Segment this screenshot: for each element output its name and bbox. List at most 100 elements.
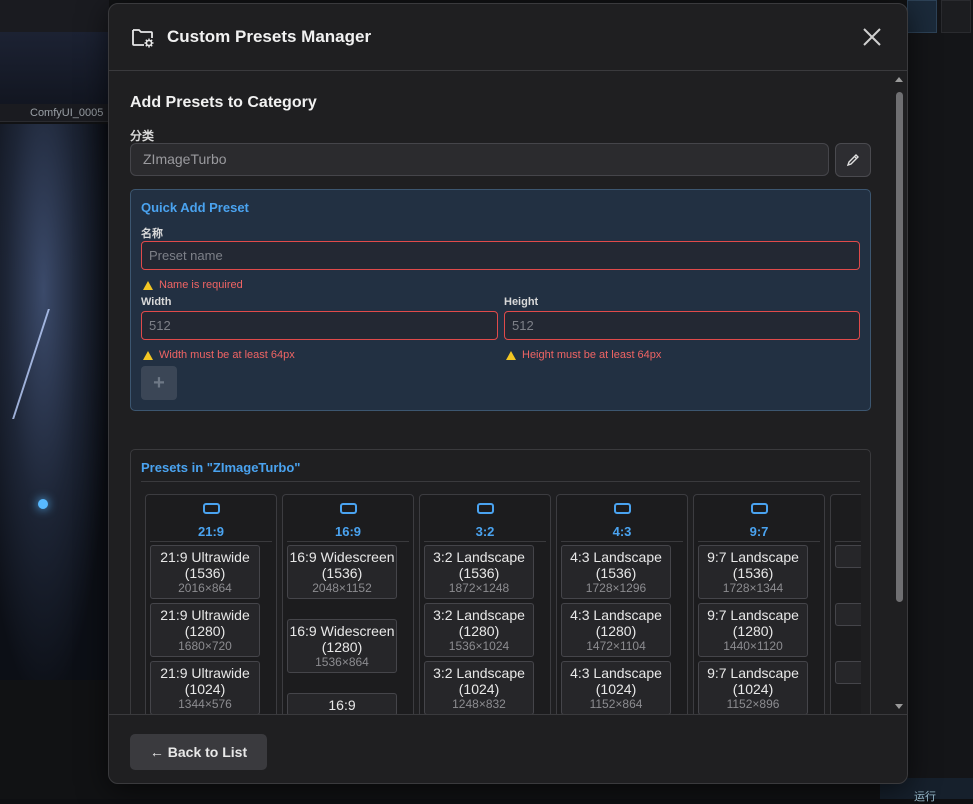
preset-card[interactable]: 16:9 [287,693,397,714]
preset-size: 1536×864 [288,655,396,672]
preset-name: 9:7 Landscape (1280) [699,604,807,639]
preset-size [836,623,861,625]
preset-card[interactable]: 4:3 Landscape (1536)1728×1296 [561,545,671,599]
name-error-text: Name is required [159,279,243,291]
add-preset-button[interactable]: + [141,366,177,400]
toolbar-button[interactable] [907,0,937,33]
category-label: 分类 [130,127,154,144]
ratio-name: 3:2 [420,524,550,539]
category-input[interactable]: ZImageTurbo [130,143,829,176]
preset-name: 21:9 Ultrawide (1024) [151,662,259,697]
preset-name-input[interactable]: Preset name [141,241,860,270]
preset-name: 21:9 Ultrawide (1280) [151,604,259,639]
preset-size: 2016×864 [151,581,259,598]
preset-size [836,681,861,683]
thumbnail-image[interactable] [0,32,109,104]
preset-name: 16:9 Widescreen (1280) [288,620,396,655]
preset-card[interactable]: 16:9 Widescreen (1536)2048×1152 [287,545,397,599]
preset-card[interactable]: 16:9 Widescreen (1280)1536×864 [287,619,397,673]
preset-card[interactable]: 1 [835,603,861,626]
presets-title: Presets in "ZImageTurbo" [141,460,300,475]
edit-category-button[interactable] [835,143,871,177]
close-icon[interactable] [861,26,883,48]
ratio-name: 16:9 [283,524,413,539]
column-divider [287,541,409,542]
preset-column: 3:23:2 Landscape (1536)1872×12483:2 Land… [419,494,551,714]
preset-name: 4:3 Landscape (1536) [562,546,670,581]
height-error: Height must be at least 64px [506,349,661,361]
rectangle-icon [203,503,220,514]
preset-card[interactable]: 3:2 Landscape (1536)1872×1248 [424,545,534,599]
pencil-icon [846,153,860,167]
preset-size: 1152×896 [699,697,807,714]
thumbnail-strip: ComfyUI_0005 [0,0,109,122]
preset-column: 16:9 16:9 Widescreen (1536)2048×1152 16:9 … [282,494,414,714]
preset-column: 1 1 1 [830,494,861,714]
width-input[interactable]: 512 [141,311,498,340]
preset-name: 9:7 Landscape (1024) [699,662,807,697]
name-error: Name is required [143,279,243,291]
bookmark-button[interactable] [941,0,971,33]
folder-gear-icon [131,26,155,48]
preset-size: 1440×1120 [699,639,807,656]
preset-name: 9:7 Landscape (1536) [699,546,807,581]
section-title: Add Presets to Category [130,94,317,112]
preset-size: 1344×576 [151,697,259,714]
modal-scrollbar[interactable] [893,74,905,712]
preset-size: 1152×864 [562,697,670,714]
ratio-name: 4:3 [557,524,687,539]
preset-column: 9:79:7 Landscape (1536)1728×13449:7 Land… [693,494,825,714]
preset-name: 1 [836,546,861,565]
preset-size: 1248×832 [425,697,533,714]
height-label: Height [504,296,538,308]
preset-name: 3:2 Landscape (1536) [425,546,533,581]
rectangle-icon [751,503,768,514]
column-divider [561,541,683,542]
rectangle-icon [614,503,631,514]
preset-card[interactable]: 21:9 Ultrawide (1536)2016×864 [150,545,260,599]
width-error-text: Width must be at least 64px [159,349,295,361]
preset-size: 1472×1104 [562,639,670,656]
preset-card[interactable]: 21:9 Ultrawide (1280)1680×720 [150,603,260,657]
name-label: 名称 [141,225,163,241]
preset-card[interactable]: 3:2 Landscape (1280)1536×1024 [424,603,534,657]
preset-card[interactable]: 3:2 Landscape (1024)1248×832 [424,661,534,714]
preset-card[interactable]: 9:7 Landscape (1536)1728×1344 [698,545,808,599]
preset-name: 3:2 Landscape (1024) [425,662,533,697]
scroll-thumb[interactable] [896,92,903,602]
presets-panel: Presets in "ZImageTurbo" 21:921:9 Ultraw… [130,449,871,714]
scroll-down-arrow[interactable] [895,704,903,709]
scroll-up-arrow[interactable] [895,77,903,82]
preset-card[interactable]: 1 [835,545,861,568]
preset-card[interactable]: 1 [835,661,861,684]
preset-name: 4:3 Landscape (1024) [562,662,670,697]
preset-card[interactable]: 9:7 Landscape (1280)1440×1120 [698,603,808,657]
background-artwork [0,124,109,680]
preset-name: 21:9 Ultrawide (1536) [151,546,259,581]
preset-columns: 21:921:9 Ultrawide (1536)2016×86421:9 Ul… [145,494,861,714]
warning-icon [143,351,153,360]
preset-card[interactable]: 21:9 Ultrawide (1024)1344×576 [150,661,260,714]
modal-body: Add Presets to Category 分类 ZImageTurbo Q… [109,72,894,714]
quick-add-title: Quick Add Preset [141,200,249,215]
preset-size: 1872×1248 [425,581,533,598]
preset-size: 2048×1152 [288,581,396,598]
preset-card[interactable]: 9:7 Landscape (1024)1152×896 [698,661,808,714]
quick-add-panel: Quick Add Preset 名称 Preset name Name is … [130,189,871,411]
back-to-list-button[interactable]: ← Back to List [130,734,267,770]
height-input[interactable]: 512 [504,311,860,340]
preset-column: 4:34:3 Landscape (1536)1728×12964:3 Land… [556,494,688,714]
preset-column: 21:921:9 Ultrawide (1536)2016×86421:9 Ul… [145,494,277,714]
preset-size [836,565,861,567]
preset-card[interactable]: 4:3 Landscape (1280)1472×1104 [561,603,671,657]
preset-name: 1 [836,604,861,623]
right-toolbar [907,0,973,799]
glow-graphic [38,499,48,509]
divider [141,481,860,482]
lightning-graphic [12,309,93,419]
preset-card[interactable]: 4:3 Landscape (1024)1152×864 [561,661,671,714]
preset-name: 3:2 Landscape (1280) [425,604,533,639]
preset-size: 1728×1296 [562,581,670,598]
preset-size: 1728×1344 [699,581,807,598]
modal-header: Custom Presets Manager [109,4,907,71]
